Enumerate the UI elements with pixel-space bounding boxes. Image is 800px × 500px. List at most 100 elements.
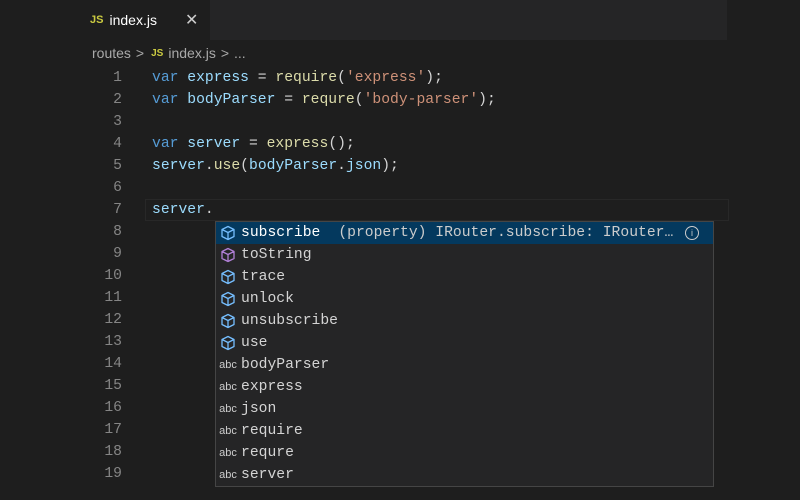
suggestion-detail: (property) IRouter.subscribe: IRouter… bbox=[338, 225, 674, 241]
code-token: express bbox=[266, 136, 329, 152]
javascript-file-icon: JS bbox=[90, 14, 104, 26]
property-icon bbox=[219, 291, 237, 307]
code-token: json bbox=[345, 158, 382, 174]
code-text: var bodyParser = requre('body-parser'); bbox=[152, 89, 496, 111]
suggestion-item[interactable]: abc require bbox=[216, 420, 713, 442]
breadcrumb-file[interactable]: index.js bbox=[168, 45, 215, 61]
code-token: var bbox=[152, 92, 188, 108]
suggestion-item[interactable]: abc bodyParser bbox=[216, 354, 713, 376]
line-number: 3 bbox=[113, 114, 122, 130]
property-icon bbox=[219, 225, 237, 241]
line-number: 10 bbox=[104, 268, 122, 284]
suggestion-label: require bbox=[241, 423, 303, 439]
code-token: . bbox=[204, 202, 214, 218]
method-icon bbox=[219, 247, 237, 263]
abc-label: abc bbox=[219, 469, 237, 481]
javascript-file-icon: JS bbox=[151, 47, 164, 59]
breadcrumb: routes > JS index.js > ... bbox=[92, 45, 246, 61]
code-token: = bbox=[248, 70, 276, 86]
code-token: express bbox=[187, 70, 249, 86]
code-text: var express = require('express'); bbox=[152, 67, 443, 89]
code-token: = bbox=[275, 92, 302, 108]
line-number: 13 bbox=[104, 334, 122, 350]
suggestion-label: express bbox=[241, 379, 303, 395]
abc-label: abc bbox=[219, 403, 237, 415]
code-token: var bbox=[152, 70, 188, 86]
suggestion-item[interactable]: unlock bbox=[216, 288, 713, 310]
code-token: requre bbox=[301, 92, 355, 108]
code-token: = bbox=[240, 136, 267, 152]
chevron-right-icon: > bbox=[135, 45, 145, 61]
code-token: 'body-parser' bbox=[363, 92, 479, 108]
code-token: ); bbox=[478, 92, 496, 108]
tab-bar: JS index.js ✕ bbox=[75, 0, 727, 40]
suggestion-widget: subscribe (property) IRouter.subscribe: I… bbox=[215, 221, 714, 487]
code-token: use bbox=[213, 158, 241, 174]
code-text: server. bbox=[152, 199, 214, 221]
text-symbol-icon: abc bbox=[219, 442, 237, 464]
code-token: server bbox=[152, 158, 205, 174]
line-number: 18 bbox=[104, 444, 122, 460]
line-number: 1 bbox=[113, 70, 122, 86]
line-number: 2 bbox=[113, 92, 122, 108]
code-text: server.use(bodyParser.json); bbox=[152, 155, 399, 177]
line-number: 5 bbox=[113, 158, 122, 174]
line-number: 19 bbox=[104, 466, 122, 482]
suggestion-label: unsubscribe bbox=[241, 313, 338, 329]
suggestion-item[interactable]: abc json bbox=[216, 398, 713, 420]
breadcrumb-folder[interactable]: routes bbox=[92, 45, 131, 61]
code-token: ); bbox=[425, 70, 443, 86]
code-token: 'express' bbox=[345, 70, 426, 86]
property-icon bbox=[219, 313, 237, 329]
line-number: 9 bbox=[113, 246, 122, 262]
tab-index-js[interactable]: JS index.js ✕ bbox=[75, 0, 210, 40]
text-symbol-icon: abc bbox=[219, 420, 237, 442]
code-token: server bbox=[187, 136, 241, 152]
suggestion-label: requre bbox=[241, 445, 294, 461]
close-icon[interactable]: ✕ bbox=[185, 10, 198, 29]
suggestion-item[interactable]: abc express bbox=[216, 376, 713, 398]
property-icon bbox=[219, 335, 237, 351]
breadcrumb-symbols[interactable]: ... bbox=[234, 45, 246, 61]
suggestion-label: subscribe bbox=[241, 225, 321, 241]
suggestion-label: bodyParser bbox=[241, 357, 330, 373]
suggestion-item[interactable]: trace bbox=[216, 266, 713, 288]
text-symbol-icon: abc bbox=[219, 376, 237, 398]
suggestion-item[interactable]: unsubscribe bbox=[216, 310, 713, 332]
code-text: var server = express(); bbox=[152, 133, 355, 155]
code-token: bodyParser bbox=[249, 158, 338, 174]
suggestion-item[interactable]: use bbox=[216, 332, 713, 354]
code-token: ( bbox=[337, 70, 346, 86]
suggestion-label: use bbox=[241, 335, 268, 351]
code-token: (); bbox=[328, 136, 355, 152]
text-symbol-icon: abc bbox=[219, 354, 237, 376]
code-token: var bbox=[152, 136, 188, 152]
code-token: ); bbox=[381, 158, 399, 174]
suggestion-label: server bbox=[241, 467, 294, 483]
line-number: 11 bbox=[104, 290, 122, 306]
text-symbol-icon: abc bbox=[219, 464, 237, 486]
line-number: 17 bbox=[104, 422, 122, 438]
chevron-right-icon: > bbox=[220, 45, 229, 61]
abc-label: abc bbox=[219, 381, 237, 393]
abc-label: abc bbox=[219, 447, 237, 459]
suggestion-item[interactable]: abc server bbox=[216, 464, 713, 486]
line-number: 8 bbox=[113, 224, 122, 240]
suggestion-item[interactable]: abc requre bbox=[216, 442, 713, 464]
code-token: . bbox=[204, 158, 214, 174]
code-token: . bbox=[337, 158, 346, 174]
suggestion-label: trace bbox=[241, 269, 286, 285]
info-icon[interactable]: i bbox=[685, 226, 699, 240]
suggestion-item[interactable]: toString bbox=[216, 244, 713, 266]
suggestion-label: json bbox=[241, 401, 277, 417]
line-number: 12 bbox=[104, 312, 122, 328]
code-token: server bbox=[152, 202, 205, 218]
line-number: 6 bbox=[113, 180, 122, 196]
current-line-highlight bbox=[145, 199, 729, 221]
code-token: bodyParser bbox=[187, 92, 276, 108]
line-number: 7 bbox=[113, 202, 122, 218]
suggestion-item[interactable]: subscribe (property) IRouter.subscribe: I… bbox=[216, 222, 713, 244]
code-token: ( bbox=[240, 158, 249, 174]
tab-label: index.js bbox=[109, 12, 157, 28]
property-icon bbox=[219, 269, 237, 285]
